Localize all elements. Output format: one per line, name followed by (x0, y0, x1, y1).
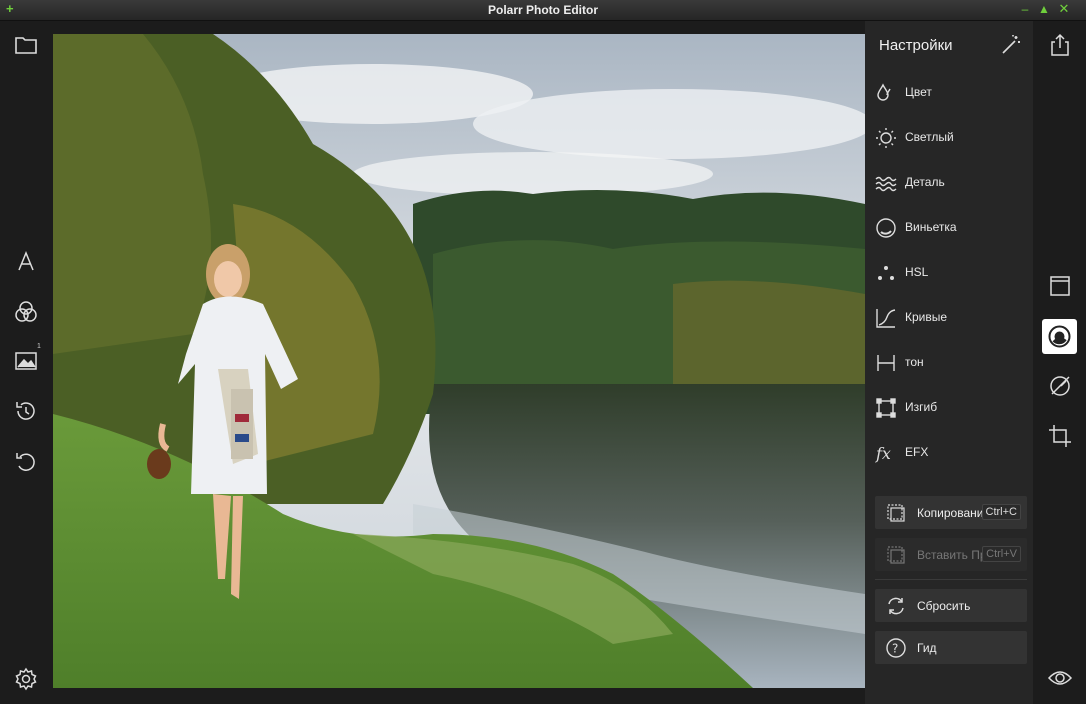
history-icon[interactable] (13, 398, 39, 424)
minimize-button[interactable]: – (1018, 2, 1032, 16)
help-icon: ? (886, 638, 906, 658)
image-icon[interactable] (13, 348, 39, 374)
magic-wand-icon[interactable] (999, 33, 1023, 57)
open-folder-icon[interactable] (13, 32, 39, 58)
close-button[interactable]: ✕ (1057, 2, 1071, 16)
reset-button[interactable]: Сбросить (875, 589, 1027, 622)
panel-title: Настройки (879, 37, 953, 54)
title-bar: + Polarr Photo Editor – ▲ ✕ (0, 0, 1086, 21)
image-count-badge: 1 (37, 343, 41, 350)
photo-image (53, 34, 865, 688)
panel-divider (875, 579, 1027, 580)
menu-item-label: Деталь (905, 175, 945, 189)
paste-shortcut: Ctrl+V (982, 546, 1021, 562)
paste-icon (887, 546, 905, 564)
brush-retouch-icon[interactable] (1047, 373, 1073, 399)
menu-item-label: HSL (905, 265, 929, 279)
dots-icon (878, 266, 894, 280)
menu-item-label: тон (905, 355, 924, 369)
menu-item-label: Светлый (905, 130, 954, 144)
overlay-circles-icon[interactable] (13, 299, 39, 325)
undo-icon[interactable] (13, 448, 39, 474)
waves-icon (875, 176, 897, 192)
adjustments-tab-icon[interactable] (1042, 319, 1077, 354)
menu-item-label: Изгиб (905, 400, 938, 414)
svg-text:?: ? (892, 642, 898, 656)
curve-icon (876, 309, 896, 328)
menu-item-detail[interactable]: Деталь (873, 165, 1023, 201)
menu-item-distortion[interactable]: Изгиб (873, 390, 1023, 426)
menu-item-vignette[interactable]: Виньетка (873, 210, 1023, 246)
settings-gear-icon[interactable] (13, 666, 39, 692)
copy-icon (887, 504, 905, 522)
guide-label: Гид (917, 641, 937, 655)
menu-item-label: Цвет (905, 85, 932, 99)
menu-item-efx[interactable]: fx EFX (873, 435, 1023, 471)
sun-icon (876, 128, 896, 148)
menu-item-label: EFX (905, 445, 929, 459)
reset-label: Сбросить (917, 599, 971, 613)
copy-edits-label: Копирование (917, 506, 991, 520)
guide-button[interactable]: ? Гид (875, 631, 1027, 664)
right-toolbar (1033, 21, 1086, 704)
svg-text:fx: fx (875, 444, 891, 463)
crop-icon[interactable] (1047, 423, 1073, 449)
menu-item-label: Кривые (905, 310, 948, 324)
menu-item-curves[interactable]: Кривые (873, 300, 1023, 336)
photo-canvas[interactable] (53, 34, 865, 688)
tone-icon (877, 355, 895, 371)
preview-eye-icon[interactable] (1047, 665, 1073, 691)
fx-icon: fx (875, 444, 891, 463)
menu-item-tone[interactable]: тон (873, 345, 1023, 381)
drops-icon (877, 83, 891, 101)
adjustments-panel: Настройки Цвет Светлый Деталь Виньетка H… (865, 21, 1033, 704)
menu-item-light[interactable]: Светлый (873, 120, 1023, 156)
maximize-button[interactable]: ▲ (1037, 2, 1051, 16)
reset-icon (888, 597, 904, 615)
paste-edits-button[interactable]: Вставить Правки Ctrl+V (875, 538, 1027, 571)
left-toolbar: 1 (0, 21, 53, 704)
menu-item-color[interactable]: Цвет (873, 75, 1023, 111)
frame-panel-icon[interactable] (1047, 273, 1073, 299)
vignette-icon (876, 218, 896, 238)
copy-edits-button[interactable]: Копирование Ctrl+C (875, 496, 1027, 529)
distortion-icon (876, 398, 896, 418)
menu-item-hsl[interactable]: HSL (873, 255, 1023, 291)
export-share-icon[interactable] (1047, 32, 1073, 58)
copy-shortcut: Ctrl+C (981, 504, 1021, 520)
menu-item-label: Виньетка (905, 220, 957, 234)
text-icon[interactable] (13, 249, 39, 275)
window-title: Polarr Photo Editor (487, 3, 598, 17)
